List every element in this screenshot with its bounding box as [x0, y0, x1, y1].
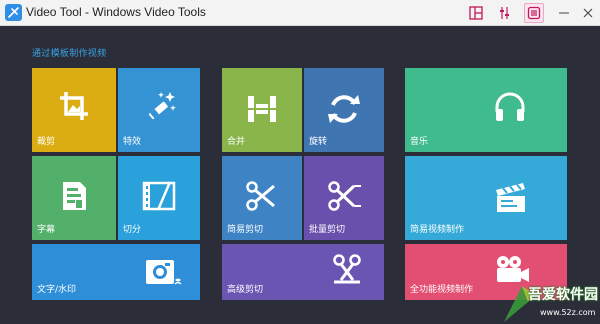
- tile-label: 简易剪切: [227, 225, 264, 235]
- tile-effects[interactable]: 特效: [118, 68, 200, 152]
- menu-icon: [527, 6, 541, 20]
- tile-batch-cut[interactable]: 批量剪切: [304, 156, 384, 240]
- tile-label: 全功能视频制作: [410, 285, 474, 295]
- scissors-icon: [246, 181, 275, 211]
- minimize-icon: [559, 12, 569, 14]
- tile-text-watermark[interactable]: 文字/水印: [32, 244, 200, 300]
- scissors-advanced-icon: [333, 254, 361, 284]
- layout-icon: [469, 6, 483, 20]
- merge-icon: [246, 96, 278, 122]
- tile-label: 裁剪: [37, 137, 56, 147]
- tile-subtitle[interactable]: 字幕: [32, 156, 116, 240]
- tile-split[interactable]: 切分: [118, 156, 200, 240]
- window-title: Video Tool - Windows Video Tools: [26, 5, 206, 19]
- crop-icon: [60, 92, 88, 120]
- tile-crop[interactable]: 裁剪: [32, 68, 116, 152]
- section-title: 通过模板制作视频: [32, 49, 107, 59]
- tile-label: 简易视频制作: [410, 225, 465, 235]
- camera-icon: [146, 260, 182, 285]
- tile-simple-cut[interactable]: 简易剪切: [222, 156, 302, 240]
- film-split-icon: [142, 181, 176, 211]
- menu-button[interactable]: [524, 3, 544, 23]
- watermark-url: www.52z.com: [540, 308, 596, 317]
- minimize-button[interactable]: [554, 3, 574, 23]
- layout-button[interactable]: [466, 3, 486, 23]
- tile-label: 合并: [227, 137, 246, 147]
- tile-label: 字幕: [37, 225, 56, 235]
- watermark-text: 吾爱软件园: [528, 287, 598, 303]
- tile-music[interactable]: 音乐: [405, 68, 567, 152]
- tile-simple-video[interactable]: 简易视频制作: [405, 156, 567, 240]
- rotate-icon: [328, 95, 360, 123]
- tile-rotate[interactable]: 旋转: [304, 68, 384, 152]
- document-icon: [63, 182, 86, 210]
- headphones-icon: [495, 92, 525, 121]
- tile-label: 旋转: [309, 137, 328, 147]
- tile-label: 切分: [123, 225, 142, 235]
- clapperboard-icon: [496, 183, 525, 212]
- tile-advanced-cut[interactable]: 高级剪切: [222, 244, 384, 300]
- tile-label: 特效: [123, 137, 142, 147]
- tile-label: 音乐: [410, 137, 429, 147]
- tile-label: 批量剪切: [309, 225, 346, 235]
- tile-merge[interactable]: 合并: [222, 68, 302, 152]
- settings-button[interactable]: [495, 3, 515, 23]
- title-bar: Video Tool - Windows Video Tools: [0, 0, 600, 26]
- tile-label: 高级剪切: [227, 285, 264, 295]
- settings-sliders-icon: [500, 7, 509, 19]
- magic-wand-icon: [148, 92, 176, 120]
- tile-label: 文字/水印: [37, 285, 77, 295]
- app-logo-icon: [5, 4, 22, 21]
- close-icon: [583, 8, 593, 18]
- app-window: Video Tool - Windows Video Tools 通过模板制作视…: [0, 0, 600, 324]
- close-button[interactable]: [578, 3, 598, 23]
- scissors-icon: [328, 181, 361, 211]
